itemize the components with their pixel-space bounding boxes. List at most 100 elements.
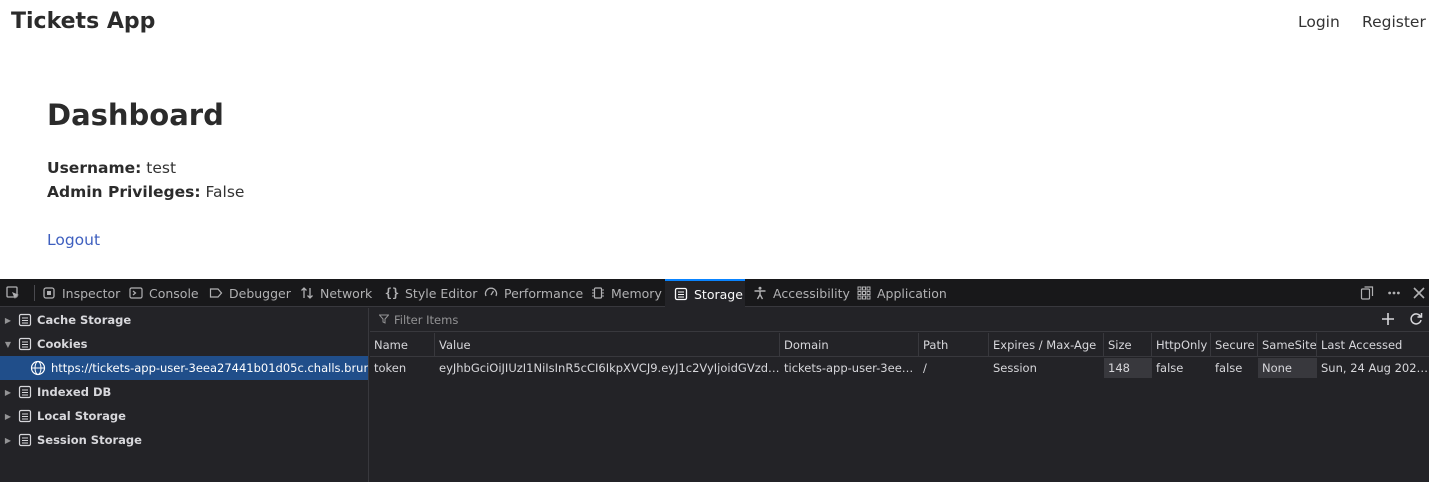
web-page: Tickets App Login Register Dashboard Use…	[0, 0, 1429, 279]
tab-application[interactable]: Application	[857, 279, 947, 307]
devtools-panel: Inspector Console Debugger Network {} St…	[0, 279, 1429, 482]
tab-application-label: Application	[877, 285, 947, 301]
tree-item-label: Cookies	[37, 337, 88, 351]
tree-item-label: https://tickets-app-user-3eea27441b01d05…	[51, 361, 368, 375]
tree-item-cookies[interactable]: ▼ Cookies	[0, 332, 368, 356]
column-header-expires[interactable]: Expires / Max-Age	[989, 333, 1104, 357]
tree-item-cookie-host[interactable]: https://tickets-app-user-3eea27441b01d05…	[0, 356, 368, 380]
table-row[interactable]: token eyJhbGciOiJIUzI1NiIsInR5cCI6IkpXVC…	[370, 358, 1429, 378]
column-header-last-accessed[interactable]: Last Accessed	[1317, 333, 1429, 357]
collapse-arrow-icon[interactable]: ▼	[4, 340, 12, 349]
tree-item-label: Local Storage	[37, 409, 126, 423]
filter-bar: Filter Items	[370, 308, 1429, 332]
storage-sidebar: ▶ Cache Storage ▼ Cookies https://ticket…	[0, 308, 369, 482]
tab-storage-label: Storage	[694, 286, 743, 302]
cell-expires[interactable]: Session	[989, 358, 1104, 378]
logout-link[interactable]: Logout	[47, 231, 100, 249]
dock-side-button[interactable]	[1357, 279, 1377, 307]
expand-arrow-icon[interactable]: ▶	[4, 316, 12, 325]
console-icon	[129, 286, 143, 300]
tab-console-label: Console	[149, 285, 199, 301]
cell-name[interactable]: token	[370, 358, 435, 378]
braces-icon: {}	[384, 286, 400, 300]
column-header-size[interactable]: Size	[1104, 333, 1152, 357]
tab-performance-label: Performance	[504, 285, 584, 301]
tab-console[interactable]: Console	[129, 279, 199, 307]
toolbar-separator	[34, 285, 35, 301]
cell-value[interactable]: eyJhbGciOiJIUzI1NiIsInR5cCI6IkpXVCJ9.eyJ…	[435, 358, 780, 378]
column-header-samesite[interactable]: SameSite	[1258, 333, 1317, 357]
tree-item-label: Session Storage	[37, 433, 142, 447]
column-header-secure[interactable]: Secure	[1211, 333, 1258, 357]
storage-icon	[18, 313, 32, 327]
tree-item-label: Indexed DB	[37, 385, 112, 399]
tree-item-indexed-db[interactable]: ▶ Indexed DB	[0, 380, 368, 404]
refresh-button[interactable]	[1406, 310, 1426, 330]
storage-icon	[18, 337, 32, 351]
column-header-value[interactable]: Value	[435, 333, 780, 357]
gauge-icon	[484, 286, 498, 300]
register-link[interactable]: Register	[1362, 13, 1426, 31]
tree-item-local-storage[interactable]: ▶ Local Storage	[0, 404, 368, 428]
inspector-icon	[42, 286, 56, 300]
column-header-domain[interactable]: Domain	[780, 333, 919, 357]
storage-icon	[18, 409, 32, 423]
cell-httponly[interactable]: false	[1152, 358, 1211, 378]
tab-debugger[interactable]: Debugger	[209, 279, 291, 307]
app-brand[interactable]: Tickets App	[11, 9, 155, 34]
username-label: Username:	[47, 159, 142, 177]
tab-accessibility-label: Accessibility	[773, 285, 850, 301]
table-header: Name Value Domain Path Expires / Max-Age…	[370, 333, 1429, 357]
tab-performance[interactable]: Performance	[484, 279, 583, 307]
login-link[interactable]: Login	[1298, 13, 1340, 31]
ellipsis-icon	[1387, 286, 1401, 300]
debugger-icon	[209, 286, 223, 300]
tree-item-label: Cache Storage	[37, 313, 132, 327]
tab-inspector[interactable]: Inspector	[42, 279, 120, 307]
element-picker-button[interactable]	[6, 279, 20, 307]
devtools-toolbar: Inspector Console Debugger Network {} St…	[0, 279, 1429, 307]
column-header-path[interactable]: Path	[919, 333, 989, 357]
expand-arrow-icon[interactable]: ▶	[4, 412, 12, 421]
filter-funnel-icon	[378, 313, 390, 327]
column-header-httponly[interactable]: HttpOnly	[1152, 333, 1211, 357]
plus-icon	[1381, 312, 1395, 329]
username-value: test	[146, 159, 177, 177]
cell-path[interactable]: /	[919, 358, 989, 378]
cell-domain[interactable]: tickets-app-user-3eea2…	[780, 358, 919, 378]
page-title: Dashboard	[47, 98, 224, 132]
cell-size[interactable]: 148	[1104, 358, 1152, 378]
cell-last-accessed[interactable]: Sun, 24 Aug 2025 0…	[1317, 358, 1429, 378]
admin-label: Admin Privileges:	[47, 183, 201, 201]
cell-secure[interactable]: false	[1211, 358, 1258, 378]
tree-item-cache-storage[interactable]: ▶ Cache Storage	[0, 308, 368, 332]
filter-placeholder: Filter Items	[394, 312, 459, 327]
expand-arrow-icon[interactable]: ▶	[4, 436, 12, 445]
tab-style-editor[interactable]: {} Style Editor	[384, 279, 478, 307]
tree-item-session-storage[interactable]: ▶ Session Storage	[0, 428, 368, 452]
expand-arrow-icon[interactable]: ▶	[4, 388, 12, 397]
filter-input[interactable]: Filter Items	[378, 312, 459, 327]
column-header-name[interactable]: Name	[370, 333, 435, 357]
tab-debugger-label: Debugger	[229, 285, 291, 301]
storage-icon	[18, 433, 32, 447]
admin-line: Admin Privileges: False	[47, 183, 244, 201]
memory-chip-icon	[591, 286, 605, 300]
globe-icon	[30, 360, 46, 376]
tab-style-editor-label: Style Editor	[405, 285, 478, 301]
cookies-table-panel: Filter Items Name Value Domain Path Expi…	[370, 308, 1429, 482]
application-grid-icon	[857, 286, 871, 300]
username-line: Username: test	[47, 159, 176, 177]
close-devtools-button[interactable]	[1410, 279, 1428, 307]
tab-accessibility[interactable]: Accessibility	[753, 279, 850, 307]
network-arrows-icon	[300, 286, 314, 300]
accessibility-person-icon	[753, 286, 767, 300]
cell-samesite[interactable]: None	[1258, 358, 1317, 378]
add-item-button[interactable]	[1378, 310, 1398, 330]
tab-network[interactable]: Network	[300, 279, 372, 307]
tab-memory-label: Memory	[611, 285, 662, 301]
tab-memory[interactable]: Memory	[591, 279, 662, 307]
close-icon	[1412, 286, 1426, 300]
tab-storage[interactable]: Storage	[665, 279, 745, 307]
more-options-button[interactable]	[1383, 279, 1405, 307]
